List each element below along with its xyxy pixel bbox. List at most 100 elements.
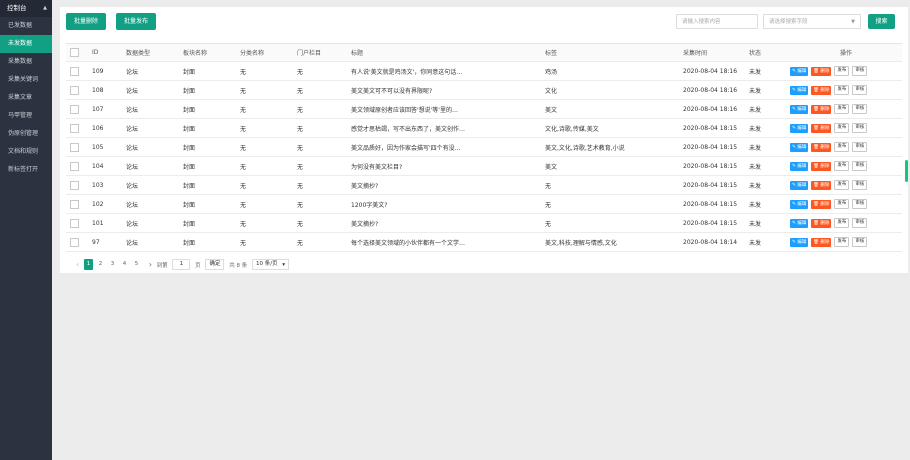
row-board: 封面 bbox=[179, 156, 236, 176]
row-checkbox[interactable] bbox=[66, 194, 88, 214]
sidebar-item[interactable]: 采集数据 bbox=[0, 53, 52, 71]
review-button[interactable]: 审核 bbox=[852, 218, 868, 228]
edit-button[interactable]: ✎ 编辑 bbox=[790, 180, 809, 190]
batch-publish-button[interactable]: 批量发布 bbox=[116, 13, 157, 30]
sidebar-item[interactable]: 采集关键词 bbox=[0, 71, 52, 89]
row-time: 2020-08-04 18:15 bbox=[679, 175, 745, 195]
review-button[interactable]: 审核 bbox=[852, 66, 868, 76]
publish-button[interactable]: 发布 bbox=[834, 161, 850, 171]
row-checkbox[interactable] bbox=[66, 99, 88, 119]
col-header-board: 板块名称 bbox=[179, 44, 236, 62]
sidebar-item[interactable]: 文档和规则 bbox=[0, 143, 52, 161]
edit-button[interactable]: ✎ 编辑 bbox=[790, 104, 809, 114]
review-button[interactable]: 审核 bbox=[852, 123, 868, 133]
sidebar-item[interactable]: 未发数据 bbox=[0, 35, 52, 53]
sidebar-item[interactable]: 马甲管理 bbox=[0, 107, 52, 125]
delete-button[interactable]: 🗑 删除 bbox=[811, 66, 832, 76]
batch-delete-button[interactable]: 批量删除 bbox=[66, 13, 107, 30]
publish-button[interactable]: 发布 bbox=[834, 180, 850, 190]
edit-button[interactable]: ✎ 编辑 bbox=[790, 85, 809, 95]
row-board: 封面 bbox=[179, 99, 236, 119]
review-button[interactable]: 审核 bbox=[852, 161, 868, 171]
pagination: ‹ 12345 › 到第 1 页 确定 共 8 条 10 条/页 ▾ bbox=[76, 259, 292, 271]
review-button[interactable]: 审核 bbox=[852, 237, 868, 247]
row-id: 106 bbox=[88, 118, 122, 138]
row-status: 未发 bbox=[745, 80, 786, 100]
edit-button[interactable]: ✎ 编辑 bbox=[790, 199, 809, 209]
search-button[interactable]: 搜索 bbox=[868, 14, 895, 29]
page-number[interactable]: 2 bbox=[96, 259, 105, 270]
delete-button[interactable]: 🗑 删除 bbox=[811, 180, 832, 190]
review-button[interactable]: 审核 bbox=[852, 142, 868, 152]
delete-button[interactable]: 🗑 删除 bbox=[811, 199, 832, 209]
page-number[interactable]: 5 bbox=[132, 259, 141, 270]
next-page-icon[interactable]: › bbox=[149, 260, 152, 269]
edit-button[interactable]: ✎ 编辑 bbox=[790, 218, 809, 228]
review-button[interactable]: 审核 bbox=[852, 85, 868, 95]
page-number[interactable]: 1 bbox=[83, 259, 93, 270]
sidebar: 控制台 ▲ 已发数据 未发数据 采集数据 采集关键词 采集文章 马甲管理 伪原创管理 文档和规… bbox=[0, 0, 52, 460]
edit-button[interactable]: ✎ 编辑 bbox=[790, 123, 809, 133]
goto-page-input[interactable]: 1 bbox=[172, 259, 191, 270]
publish-button[interactable]: 发布 bbox=[834, 66, 850, 76]
row-time: 2020-08-04 18:15 bbox=[679, 118, 745, 138]
search-field-select[interactable]: 请选择搜索字段 ▼ bbox=[763, 14, 861, 29]
row-actions: ✎ 编辑 🗑 删除 发布 审核 bbox=[786, 99, 902, 119]
review-button[interactable]: 审核 bbox=[852, 104, 868, 114]
row-checkbox[interactable] bbox=[66, 156, 88, 176]
sidebar-item[interactable]: 新标签打开 bbox=[0, 161, 52, 179]
row-checkbox[interactable] bbox=[66, 80, 88, 100]
row-checkbox[interactable] bbox=[66, 61, 88, 81]
row-category: 无 bbox=[236, 99, 293, 119]
sidebar-item[interactable]: 采集文章 bbox=[0, 89, 52, 107]
publish-button[interactable]: 发布 bbox=[834, 104, 850, 114]
publish-button[interactable]: 发布 bbox=[834, 85, 850, 95]
row-board: 封面 bbox=[179, 232, 236, 252]
select-all-checkbox[interactable] bbox=[66, 44, 88, 62]
review-button[interactable]: 审核 bbox=[852, 180, 868, 190]
delete-button[interactable]: 🗑 删除 bbox=[811, 142, 832, 152]
col-header-portal: 门户栏目 bbox=[293, 44, 347, 62]
row-id: 108 bbox=[88, 80, 122, 100]
sidebar-item[interactable]: 伪原创管理 bbox=[0, 125, 52, 143]
page-number[interactable]: 3 bbox=[108, 259, 117, 270]
row-checkbox[interactable] bbox=[66, 118, 88, 138]
row-id: 97 bbox=[88, 232, 122, 252]
collapse-caret-icon[interactable]: ▲ bbox=[43, 0, 47, 17]
publish-button[interactable]: 发布 bbox=[834, 218, 850, 228]
goto-confirm-button[interactable]: 确定 bbox=[205, 259, 225, 270]
row-id: 104 bbox=[88, 156, 122, 176]
publish-button[interactable]: 发布 bbox=[834, 237, 850, 247]
prev-page-icon[interactable]: ‹ bbox=[76, 260, 79, 269]
sidebar-header[interactable]: 控制台 ▲ bbox=[0, 0, 52, 17]
publish-button[interactable]: 发布 bbox=[834, 199, 850, 209]
delete-button[interactable]: 🗑 删除 bbox=[811, 218, 832, 228]
delete-button[interactable]: 🗑 删除 bbox=[811, 123, 832, 133]
row-checkbox[interactable] bbox=[66, 175, 88, 195]
delete-button[interactable]: 🗑 删除 bbox=[811, 161, 832, 171]
search-input[interactable]: 请输入搜索内容 bbox=[676, 14, 758, 29]
publish-button[interactable]: 发布 bbox=[834, 123, 850, 133]
edit-button[interactable]: ✎ 编辑 bbox=[790, 142, 809, 152]
review-button[interactable]: 审核 bbox=[852, 199, 868, 209]
delete-button[interactable]: 🗑 删除 bbox=[811, 104, 832, 114]
edit-button[interactable]: ✎ 编辑 bbox=[790, 237, 809, 247]
publish-button[interactable]: 发布 bbox=[834, 142, 850, 152]
row-actions: ✎ 编辑 🗑 删除 发布 审核 bbox=[786, 213, 902, 233]
edit-button[interactable]: ✎ 编辑 bbox=[790, 66, 809, 76]
page-size-select[interactable]: 10 条/页 ▾ bbox=[251, 259, 290, 270]
row-checkbox[interactable] bbox=[66, 232, 88, 252]
table-row: 109 论坛 封面无无有人说'美文就是鸡汤文'，你同意这句话… 鸡汤 2020-08-0… bbox=[66, 61, 902, 81]
page-number[interactable]: 4 bbox=[120, 259, 129, 270]
row-checkbox[interactable] bbox=[66, 213, 88, 233]
scrollbar-thumb[interactable] bbox=[905, 160, 908, 182]
page-size-value: 10 条/页 bbox=[255, 261, 278, 267]
edit-button[interactable]: ✎ 编辑 bbox=[790, 161, 809, 171]
delete-button[interactable]: 🗑 删除 bbox=[811, 85, 832, 95]
sidebar-item[interactable]: 已发数据 bbox=[0, 17, 52, 35]
row-tags: 文化,诗歌,传媒,美文 bbox=[541, 118, 679, 138]
col-header-status: 状态 bbox=[745, 44, 786, 62]
row-checkbox[interactable] bbox=[66, 137, 88, 157]
row-tags: 美文,文化,诗歌,艺术教育,小说 bbox=[541, 137, 679, 157]
delete-button[interactable]: 🗑 删除 bbox=[811, 237, 832, 247]
